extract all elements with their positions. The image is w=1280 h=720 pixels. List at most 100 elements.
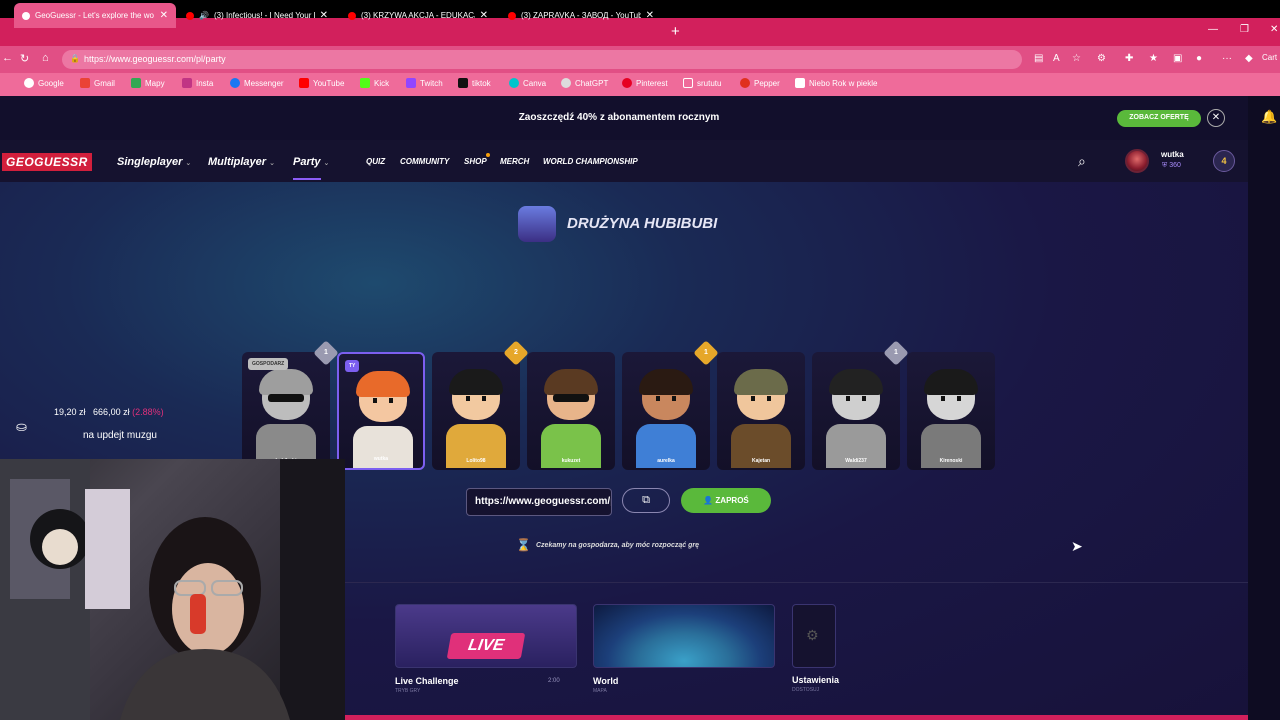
tab-title: GeoGuessr - Let's explore the wo <box>35 11 154 20</box>
player-avatar-eyes <box>941 396 961 401</box>
nav-community[interactable]: COMMUNITY <box>400 157 449 166</box>
youtube-icon <box>299 78 309 88</box>
profile-label[interactable]: Cart <box>1262 53 1277 62</box>
player-card[interactable]: Kirenoski <box>907 352 995 470</box>
bookmark-messenger[interactable]: Messenger <box>230 78 284 88</box>
collections-icon[interactable]: ▣ <box>1173 53 1182 64</box>
team-avatar-icon <box>518 206 556 242</box>
mode-name: Ustawienia <box>792 675 840 685</box>
player-tag: GOSPODARZ <box>248 358 289 370</box>
bookmark-insta[interactable]: Insta <box>182 78 213 88</box>
bookmark-mapy[interactable]: Mapy <box>131 78 165 88</box>
close-tab-icon[interactable]: ✕ <box>320 10 328 21</box>
nav-merch[interactable]: MERCH <box>500 157 529 166</box>
invite-link-field[interactable]: https://www.geoguessr.com/party <box>466 488 612 516</box>
search-icon[interactable]: ⌕ <box>1078 153 1086 170</box>
nav-quiz[interactable]: QUIZ <box>366 157 385 166</box>
close-tab-icon[interactable]: ✕ <box>646 10 654 21</box>
geoguessr-logo[interactable]: GEOGUESSR <box>2 153 92 171</box>
close-tab-icon[interactable]: ✕ <box>480 10 488 21</box>
speaker-icon[interactable]: 🔊 <box>199 11 209 20</box>
minimize-icon[interactable]: — <box>1208 24 1218 35</box>
new-tab-button[interactable]: + <box>671 23 680 40</box>
nav-singleplayer[interactable]: Singleplayer ⌄ <box>117 156 191 168</box>
pepper-icon <box>740 78 750 88</box>
player-card[interactable]: kukuzet <box>527 352 615 470</box>
browser-tab[interactable]: GeoGuessr - Let's explore the wo ✕ <box>14 3 176 28</box>
bookmark-twitch[interactable]: Twitch <box>406 78 443 88</box>
player-card[interactable]: TY wutka <box>337 352 425 470</box>
player-card[interactable]: aurelka <box>622 352 710 470</box>
nav-world-championship[interactable]: WORLD CHAMPIONSHIP <box>543 157 638 166</box>
team-title: DRUŻYNA HUBIBUBI <box>567 215 718 232</box>
bookmark-gmail[interactable]: Gmail <box>80 78 115 88</box>
player-card[interactable]: Waldi237 <box>812 352 900 470</box>
mode-sub: DOSTOSUJ <box>792 687 820 693</box>
close-tab-icon[interactable]: ✕ <box>160 10 168 21</box>
url-field[interactable]: 🔒 https://www.geoguessr.com/pl/party <box>62 50 1022 69</box>
world-map-card[interactable] <box>593 604 775 668</box>
nav-shop[interactable]: SHOP <box>464 157 487 166</box>
pinterest-icon <box>622 78 632 88</box>
bookmark-niebo[interactable]: Niebo Rok w piekle <box>795 78 877 88</box>
player-card[interactable]: Lolito98 <box>432 352 520 470</box>
page-scrollbar[interactable] <box>1248 96 1280 720</box>
home-icon[interactable]: ⌂ <box>42 52 49 64</box>
extensions-puzzle-icon[interactable]: ✚ <box>1125 53 1133 64</box>
bookmark-srututu[interactable]: srututu <box>683 78 721 88</box>
player-name: Kirenoski <box>939 458 963 464</box>
player-rank-badge: 2 <box>503 340 529 366</box>
player-avatar-eyes <box>466 396 486 401</box>
url-text: https://www.geoguessr.com/pl/party <box>84 54 226 64</box>
player-avatar-hair <box>734 369 788 395</box>
browser-tab[interactable]: 🔊 (3) Infectious! - I Need Your L ✕ <box>178 3 336 28</box>
bookmark-pinterest[interactable]: Pinterest <box>622 78 668 88</box>
copilot-icon[interactable]: ◆ <box>1245 53 1253 64</box>
read-aloud-icon[interactable]: A <box>1053 53 1060 64</box>
notification-bell-icon[interactable]: 🔔 <box>1261 109 1277 125</box>
bookmark-google[interactable]: Google <box>24 78 64 88</box>
reload-icon[interactable]: ↻ <box>20 52 29 65</box>
nav-party[interactable]: Party ⌄ <box>293 156 329 168</box>
user-plus-icon: 👤 <box>703 496 716 505</box>
user-name[interactable]: wutka <box>1161 150 1184 159</box>
hourglass-icon: ⌛ <box>516 538 531 552</box>
bookmark-canva[interactable]: Canva <box>509 78 546 88</box>
player-card[interactable]: Kajetan <box>717 352 805 470</box>
nav-multiplayer[interactable]: Multiplayer ⌄ <box>208 156 275 168</box>
reader-icon[interactable]: ▤ <box>1034 53 1043 64</box>
bookmark-tiktok[interactable]: tiktok <box>458 78 491 88</box>
bookmark-pepper[interactable]: Pepper <box>740 78 780 88</box>
bookmark-kick[interactable]: Kick <box>360 78 389 88</box>
back-icon[interactable]: ← <box>2 52 13 64</box>
kick-icon <box>360 78 370 88</box>
player-avatar-eyes <box>373 398 393 403</box>
player-rank-badge: 1 <box>693 340 719 366</box>
close-promo-icon[interactable]: ✕ <box>1207 109 1225 127</box>
favorite-star-icon[interactable]: ☆ <box>1072 53 1081 64</box>
bookmark-chatgpt[interactable]: ChatGPT <box>561 78 608 88</box>
twitch-icon <box>406 78 416 88</box>
more-menu-icon[interactable]: ··· <box>1222 53 1232 64</box>
player-rank-value: 1 <box>894 349 898 356</box>
player-rank-badge: 1 <box>313 340 339 366</box>
bookmark-youtube[interactable]: YouTube <box>299 78 344 88</box>
see-offer-button[interactable]: ZOBACZ OFERTĘ <box>1117 110 1201 127</box>
invite-button[interactable]: 👤 ZAPROŚ <box>681 488 771 513</box>
user-level-badge[interactable]: 4 <box>1213 150 1235 172</box>
copy-link-button[interactable]: ⧉ <box>622 488 670 513</box>
player-rank-value: 1 <box>704 349 708 356</box>
mode-sub: MAPA <box>593 688 607 694</box>
maximize-icon[interactable]: ❐ <box>1240 24 1249 35</box>
close-window-icon[interactable]: ✕ <box>1270 24 1278 35</box>
player-avatar-hair <box>924 369 978 395</box>
user-avatar[interactable] <box>1125 149 1149 173</box>
profile-avatar-icon[interactable]: ● <box>1196 53 1202 64</box>
browser-tab[interactable]: (3) KRZYWA AKCJA - EDUKACJA # ✕ <box>340 3 496 28</box>
player-card[interactable]: GOSPODARZhubibubi <box>242 352 330 470</box>
browser-tab[interactable]: (3) ZAPRAVKA - ЗАВОД - YouTube ✕ <box>500 3 662 28</box>
favorites-icon[interactable]: ★ <box>1149 53 1158 64</box>
extension-icon[interactable]: ⚙ <box>1097 53 1106 64</box>
section-divider <box>345 582 1248 583</box>
gear-icon: ⚙ <box>806 627 819 643</box>
